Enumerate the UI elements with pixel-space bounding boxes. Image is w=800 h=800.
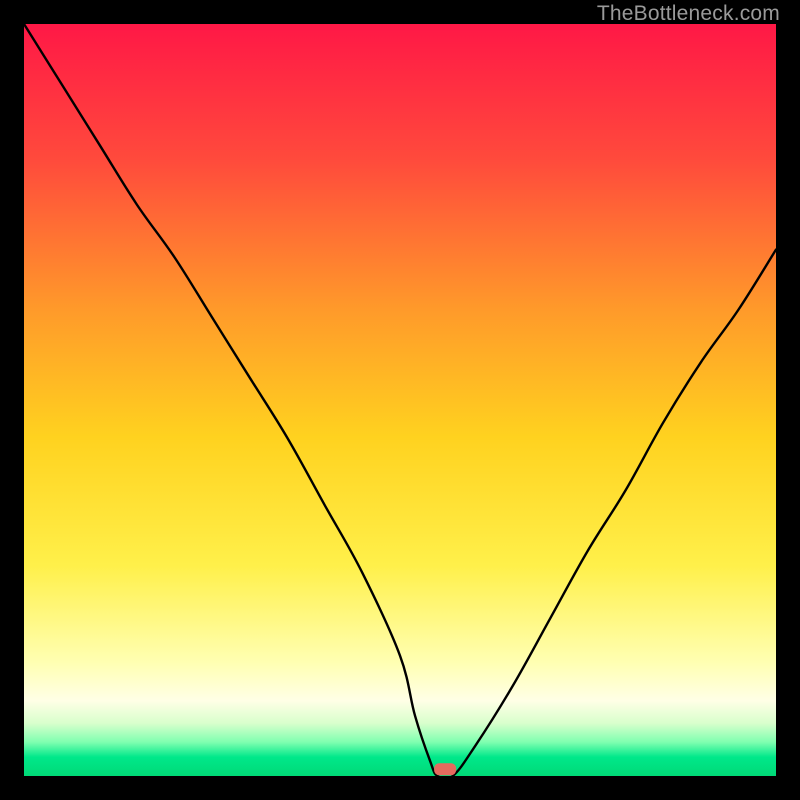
bottleneck-chart [24,24,776,776]
watermark-text: TheBottleneck.com [597,2,780,26]
gradient-background [24,24,776,776]
chart-frame: TheBottleneck.com [0,0,800,800]
optimal-point-marker [434,763,456,775]
